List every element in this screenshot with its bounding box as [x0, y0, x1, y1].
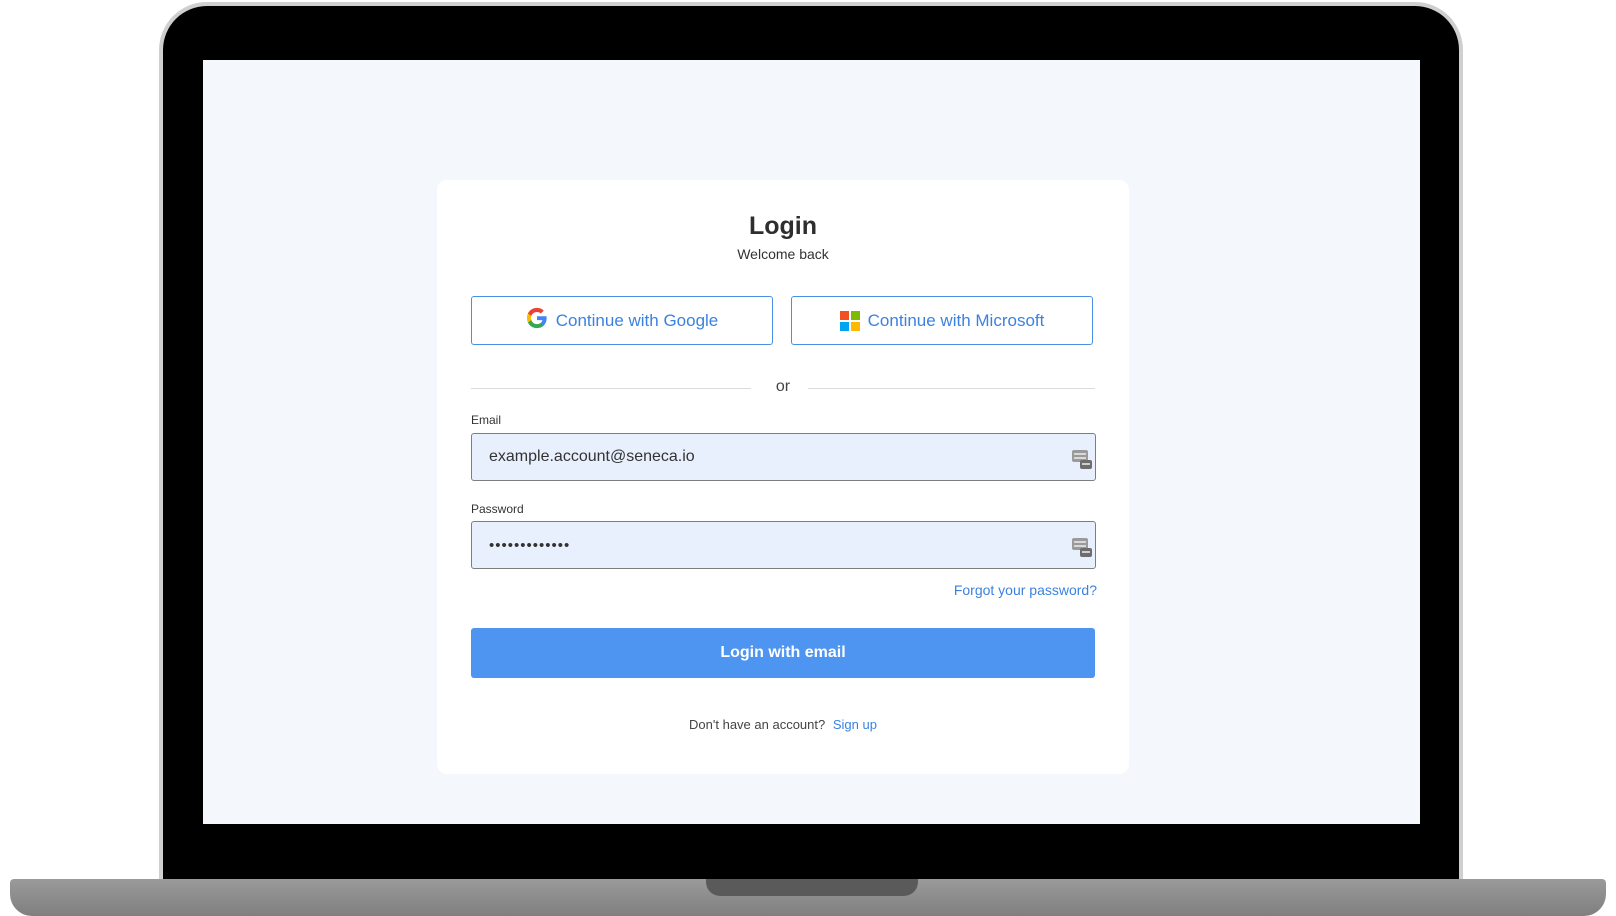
email-field-wrapper — [471, 433, 1096, 481]
divider-line-right — [808, 388, 1095, 389]
google-button-label: Continue with Google — [555, 310, 719, 330]
password-field[interactable] — [472, 522, 1095, 568]
microsoft-button-label: Continue with Microsoft — [867, 310, 1045, 330]
forgot-password-link[interactable]: Forgot your password? — [954, 582, 1097, 598]
signup-prompt: Don't have an account? — [689, 717, 826, 732]
microsoft-sign-in-button[interactable]: Continue with Microsoft — [791, 296, 1093, 345]
password-label: Password — [471, 502, 524, 516]
login-card: Login Welcome back Continue with Google … — [437, 180, 1129, 774]
divider-text: or — [775, 378, 791, 395]
microsoft-logo-icon — [839, 310, 860, 331]
email-field[interactable] — [472, 434, 1095, 480]
password-manager-icon[interactable] — [1071, 536, 1093, 558]
google-sign-in-button[interactable]: Continue with Google — [471, 296, 773, 345]
signup-row: Don't have an account? Sign up — [437, 717, 1129, 732]
google-logo-icon — [526, 307, 548, 334]
login-subtitle: Welcome back — [737, 246, 829, 262]
login-title: Login — [748, 212, 818, 240]
laptop-base — [10, 879, 1606, 916]
login-with-email-button[interactable]: Login with email — [471, 628, 1095, 678]
sign-up-link[interactable]: Sign up — [833, 717, 877, 732]
browser-screen: Login Welcome back Continue with Google … — [203, 60, 1420, 824]
password-field-wrapper — [471, 521, 1096, 569]
email-label: Email — [471, 413, 502, 427]
laptop-hinge-notch — [706, 879, 918, 896]
password-manager-icon[interactable] — [1071, 448, 1093, 470]
or-divider: or — [471, 378, 1095, 396]
